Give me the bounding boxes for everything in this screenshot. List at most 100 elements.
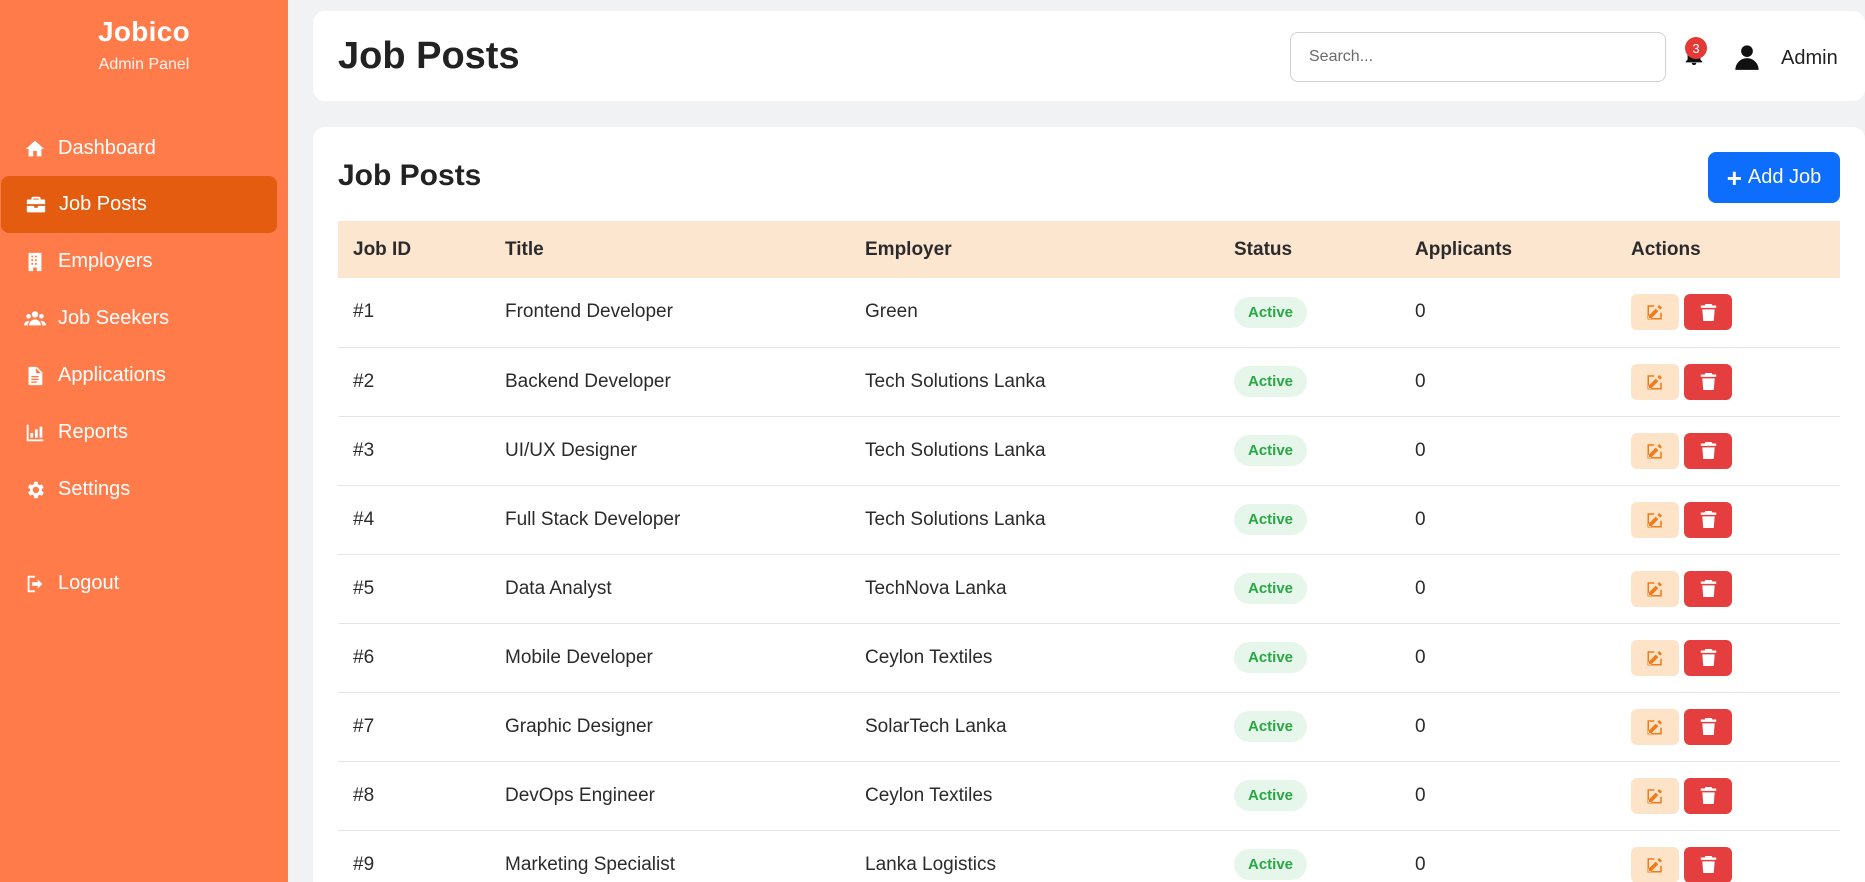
row-actions bbox=[1631, 846, 1840, 882]
top-header: Job Posts 3 Admin bbox=[313, 11, 1865, 101]
applicants-cell: 0 bbox=[1415, 577, 1426, 599]
column-header-applicants: Applicants bbox=[1415, 238, 1513, 260]
delete-button[interactable] bbox=[1684, 846, 1732, 882]
edit-button[interactable] bbox=[1631, 639, 1679, 676]
edit-icon bbox=[1646, 373, 1664, 391]
delete-button[interactable] bbox=[1684, 639, 1732, 676]
home-icon bbox=[24, 138, 46, 160]
job-title-cell: Mobile Developer bbox=[505, 646, 653, 668]
job-title-cell: Frontend Developer bbox=[505, 301, 673, 323]
users-icon bbox=[24, 308, 46, 330]
status-badge: Active bbox=[1234, 435, 1308, 466]
add-job-label: Add Job bbox=[1747, 166, 1822, 188]
search-input[interactable] bbox=[1290, 32, 1666, 82]
delete-button[interactable] bbox=[1684, 777, 1732, 814]
job-id-cell: #3 bbox=[353, 439, 375, 461]
column-header-job-id: Job ID bbox=[353, 238, 412, 260]
trash-icon bbox=[1700, 303, 1717, 322]
column-header-employer: Employer bbox=[865, 238, 952, 260]
sidebar-item-label: Logout bbox=[58, 572, 120, 594]
add-job-button[interactable]: + Add Job bbox=[1708, 152, 1840, 203]
sidebar-item-label: Job Posts bbox=[59, 193, 147, 215]
column-header-title: Title bbox=[505, 238, 544, 260]
chart-icon bbox=[24, 422, 46, 444]
delete-button[interactable] bbox=[1684, 501, 1732, 538]
sidebar-item-settings[interactable]: Settings bbox=[0, 461, 276, 518]
delete-button[interactable] bbox=[1684, 363, 1732, 400]
sidebar-item-logout[interactable]: Logout bbox=[0, 555, 276, 612]
job-title-cell: Full Stack Developer bbox=[505, 508, 681, 530]
job-id-cell: #6 bbox=[353, 646, 375, 668]
sidebar-item-label: Employers bbox=[58, 250, 153, 272]
edit-icon bbox=[1646, 580, 1664, 598]
job-id-cell: #1 bbox=[353, 301, 375, 323]
status-badge: Active bbox=[1234, 366, 1308, 397]
applicants-cell: 0 bbox=[1415, 508, 1426, 530]
table-header-row: Job ID Title Employer Status Applicants … bbox=[338, 221, 1840, 278]
employer-cell: Green bbox=[865, 301, 918, 323]
status-cell: Active bbox=[1219, 416, 1400, 485]
status-badge: Active bbox=[1234, 573, 1308, 604]
sidebar-item-employers[interactable]: Employers bbox=[0, 233, 276, 290]
page-title: Job Posts bbox=[338, 35, 520, 77]
edit-button[interactable] bbox=[1631, 363, 1679, 400]
edit-button[interactable] bbox=[1631, 777, 1679, 814]
delete-button[interactable] bbox=[1684, 294, 1732, 331]
user-icon[interactable] bbox=[1733, 43, 1761, 71]
sidebar-item-label: Applications bbox=[58, 364, 166, 386]
trash-icon bbox=[1700, 855, 1717, 874]
edit-button[interactable] bbox=[1631, 294, 1679, 331]
actions-cell bbox=[1616, 278, 1840, 347]
status-cell: Active bbox=[1219, 761, 1400, 830]
actions-cell bbox=[1616, 347, 1840, 416]
job-id-cell: #8 bbox=[353, 784, 375, 806]
status-cell: Active bbox=[1219, 623, 1400, 692]
status-badge: Active bbox=[1234, 849, 1308, 880]
plus-icon: + bbox=[1726, 162, 1742, 193]
delete-button[interactable] bbox=[1684, 570, 1732, 607]
actions-cell bbox=[1616, 623, 1840, 692]
employer-cell: Tech Solutions Lanka bbox=[865, 439, 1046, 461]
sidebar-item-dashboard[interactable]: Dashboard bbox=[0, 120, 276, 177]
trash-icon bbox=[1700, 579, 1717, 598]
sidebar-item-applications[interactable]: Applications bbox=[0, 347, 276, 404]
edit-button[interactable] bbox=[1631, 846, 1679, 882]
status-cell: Active bbox=[1219, 554, 1400, 623]
actions-cell bbox=[1616, 830, 1840, 882]
row-actions bbox=[1631, 294, 1840, 331]
job-id-cell: #7 bbox=[353, 715, 375, 737]
delete-button[interactable] bbox=[1684, 708, 1732, 745]
sidebar: Jobico Admin Panel Dashboard Job Posts E… bbox=[0, 0, 288, 882]
status-cell: Active bbox=[1219, 485, 1400, 554]
edit-button[interactable] bbox=[1631, 570, 1679, 607]
table-row: #4 Full Stack Developer Tech Solutions Lan… bbox=[338, 485, 1840, 554]
actions-cell bbox=[1616, 692, 1840, 761]
job-id-cell: #4 bbox=[353, 508, 375, 530]
table-row: #6 Mobile Developer Ceylon Textiles Active 0 bbox=[338, 623, 1840, 692]
edit-icon bbox=[1646, 511, 1664, 529]
sidebar-item-job-posts[interactable]: Job Posts bbox=[1, 176, 277, 233]
table-row: #1 Frontend Developer Green Active 0 bbox=[338, 278, 1840, 347]
edit-button[interactable] bbox=[1631, 501, 1679, 538]
status-badge: Active bbox=[1234, 296, 1308, 328]
column-header-status: Status bbox=[1234, 238, 1293, 260]
trash-icon bbox=[1700, 372, 1717, 391]
job-title-cell: Data Analyst bbox=[505, 577, 612, 599]
trash-icon bbox=[1700, 441, 1717, 460]
user-name[interactable]: Admin bbox=[1781, 47, 1838, 70]
applicants-cell: 0 bbox=[1415, 301, 1426, 323]
table-row: #9 Marketing Specialist Lanka Logistics Act… bbox=[338, 830, 1840, 882]
status-cell: Active bbox=[1219, 692, 1400, 761]
status-badge: Active bbox=[1234, 711, 1308, 742]
status-badge: Active bbox=[1234, 780, 1308, 811]
delete-button[interactable] bbox=[1684, 432, 1732, 469]
job-id-cell: #2 bbox=[353, 370, 375, 392]
employer-cell: Tech Solutions Lanka bbox=[865, 508, 1046, 530]
trash-icon bbox=[1700, 648, 1717, 667]
edit-button[interactable] bbox=[1631, 432, 1679, 469]
sidebar-item-reports[interactable]: Reports bbox=[0, 404, 276, 461]
edit-button[interactable] bbox=[1631, 708, 1679, 745]
status-badge: Active bbox=[1234, 642, 1308, 673]
sidebar-item-job-seekers[interactable]: Job Seekers bbox=[0, 290, 276, 347]
table-row: #5 Data Analyst TechNova Lanka Active 0 bbox=[338, 554, 1840, 623]
